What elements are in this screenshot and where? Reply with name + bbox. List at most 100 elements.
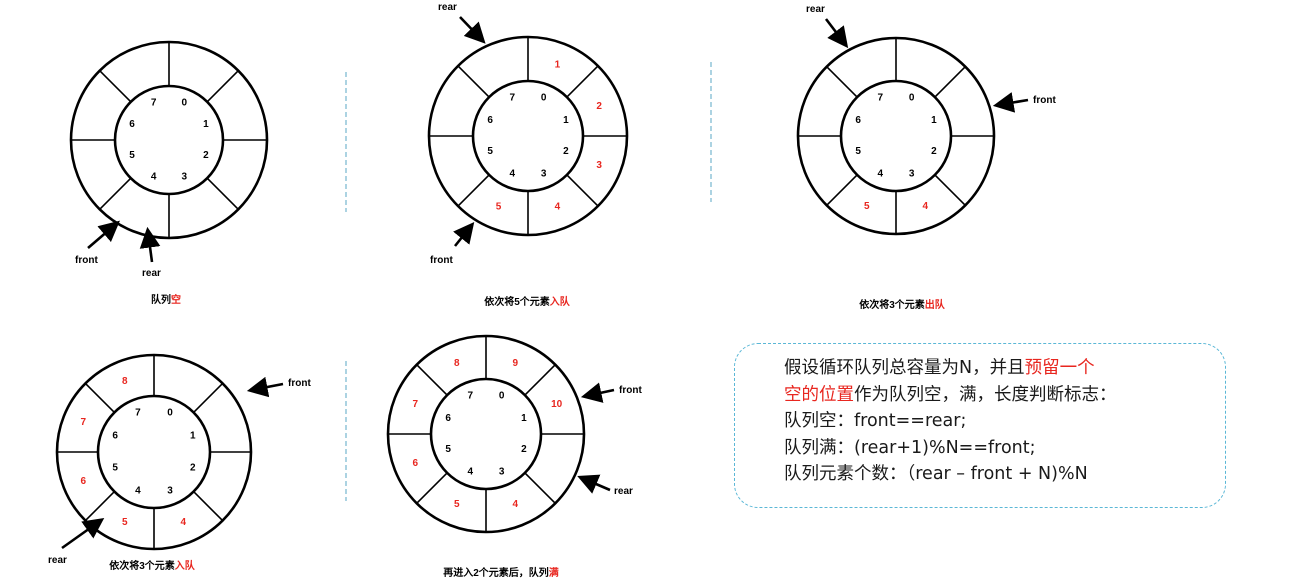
slot-value: 8: [122, 376, 128, 387]
inner-ring: [471, 79, 585, 193]
slot-value: 6: [413, 458, 419, 469]
queue-diagram-dequeue3: 0 1 2 3 4 4 5 5 6 7: [796, 36, 996, 236]
slot-divider: [84, 491, 115, 522]
slot-divider: [524, 472, 556, 504]
note-line-1: 假设循环队列总容量为N，并且预留一个: [784, 358, 1095, 378]
slot-index: 5: [129, 150, 135, 161]
slot-index: 4: [468, 466, 474, 477]
front-label: front: [619, 385, 642, 396]
diagram-caption: 队列空: [151, 295, 181, 306]
rear-label: rear: [806, 4, 825, 15]
slot-index: 5: [487, 146, 493, 157]
slot-index: 0: [499, 391, 505, 402]
front-label: front: [1033, 95, 1056, 106]
slot-index: 1: [563, 115, 569, 126]
queue-diagram-full: 0 9 1 10 2 3 4 4 5 5 6 6 7 7 8: [386, 334, 586, 534]
slot-index: 4: [510, 168, 516, 179]
slot-index: 6: [855, 115, 861, 126]
slot-value: 5: [122, 517, 128, 528]
slot-divider: [99, 177, 132, 210]
slot-index: 2: [203, 150, 209, 161]
slot-value: 5: [864, 201, 870, 212]
slot-index: 6: [445, 413, 451, 424]
slot-index: 4: [135, 485, 141, 496]
slot-value: 1: [555, 59, 561, 70]
slot-index: 3: [909, 168, 915, 179]
slot-index: 0: [541, 93, 547, 104]
diagram-caption: 依次将5个元素入队: [484, 297, 570, 308]
slot-value: 6: [81, 476, 87, 487]
slot-value: 7: [81, 417, 87, 428]
slot-value: 8: [454, 358, 460, 369]
rear-label: rear: [614, 486, 633, 497]
slot-divider: [934, 66, 966, 98]
slot-index: 1: [521, 413, 527, 424]
slot-index: 2: [563, 146, 569, 157]
slot-index: 6: [487, 115, 493, 126]
slot-index: 3: [182, 171, 188, 182]
slot-divider: [84, 382, 115, 413]
diagram-caption: 依次将3个元素出队: [859, 300, 945, 311]
slot-index: 5: [445, 444, 451, 455]
slot-index: 0: [182, 98, 188, 109]
slot-divider: [457, 174, 490, 207]
front-arrow: [87, 220, 120, 249]
front-arrow: [992, 92, 1029, 113]
slot-index: 0: [909, 93, 915, 104]
inner-ring: [96, 394, 212, 510]
slot-index: 7: [468, 391, 474, 402]
slot-divider: [826, 66, 858, 98]
slot-value: 4: [512, 499, 518, 510]
rear-label: rear: [142, 268, 161, 279]
slot-index: 2: [190, 463, 196, 474]
slot-divider: [524, 364, 556, 396]
slot-index: 7: [151, 98, 157, 109]
slot-divider: [193, 382, 224, 413]
rear-arrow: [61, 517, 105, 550]
slot-index: 4: [151, 171, 157, 182]
slot-index: 2: [931, 146, 937, 157]
inner-ring: [113, 84, 225, 196]
front-label: front: [288, 378, 311, 389]
note-text: 假设循环队列总容量为N，并且预留一个 空的位置作为队列空，满，长度判断标志： 队…: [784, 355, 1117, 488]
slot-value: 10: [551, 399, 563, 410]
slot-divider: [193, 491, 224, 522]
slot-divider: [566, 174, 599, 207]
slot-index: 7: [135, 408, 141, 419]
rear-label: rear: [438, 2, 457, 13]
slot-index: 7: [878, 93, 884, 104]
slot-index: 0: [167, 408, 173, 419]
slot-index: 5: [112, 463, 118, 474]
slot-index: 5: [855, 146, 861, 157]
slot-divider: [457, 65, 490, 98]
slot-value: 9: [512, 358, 518, 369]
slot-value: 2: [596, 101, 602, 112]
slot-index: 7: [510, 93, 516, 104]
slot-index: 3: [167, 485, 173, 496]
rear-arrow: [459, 16, 486, 44]
slot-value: 5: [496, 202, 502, 213]
slot-divider: [206, 70, 239, 103]
front-label: front: [75, 255, 98, 266]
diagram-caption: 依次将3个元素入队: [109, 561, 195, 572]
front-arrow: [580, 382, 615, 403]
slot-index: 6: [112, 430, 118, 441]
slot-index: 3: [541, 168, 547, 179]
slot-index: 2: [521, 444, 527, 455]
slot-value: 4: [922, 201, 928, 212]
note-line-2: 空的位置作为队列空，满，长度判断标志：: [784, 384, 1117, 405]
front-arrow: [453, 221, 475, 247]
slot-divider: [99, 70, 132, 103]
inner-ring: [429, 377, 543, 491]
slot-index: 4: [878, 168, 884, 179]
slot-index: 1: [931, 115, 937, 126]
slot-divider: [416, 364, 448, 396]
slot-divider: [566, 65, 599, 98]
slot-index: 6: [129, 119, 135, 130]
note-line-3: 队列空：front==rear;: [784, 411, 967, 431]
rear-arrow: [577, 474, 611, 494]
slot-value: 7: [413, 399, 419, 410]
queue-diagram-enqueue5: 0 1 1 2 2 3 3 4 4 5 5 6 7: [427, 35, 629, 237]
note-line-5: 队列元素个数：（rear – front + N)%N: [784, 464, 1088, 484]
slot-value: 4: [180, 517, 186, 528]
